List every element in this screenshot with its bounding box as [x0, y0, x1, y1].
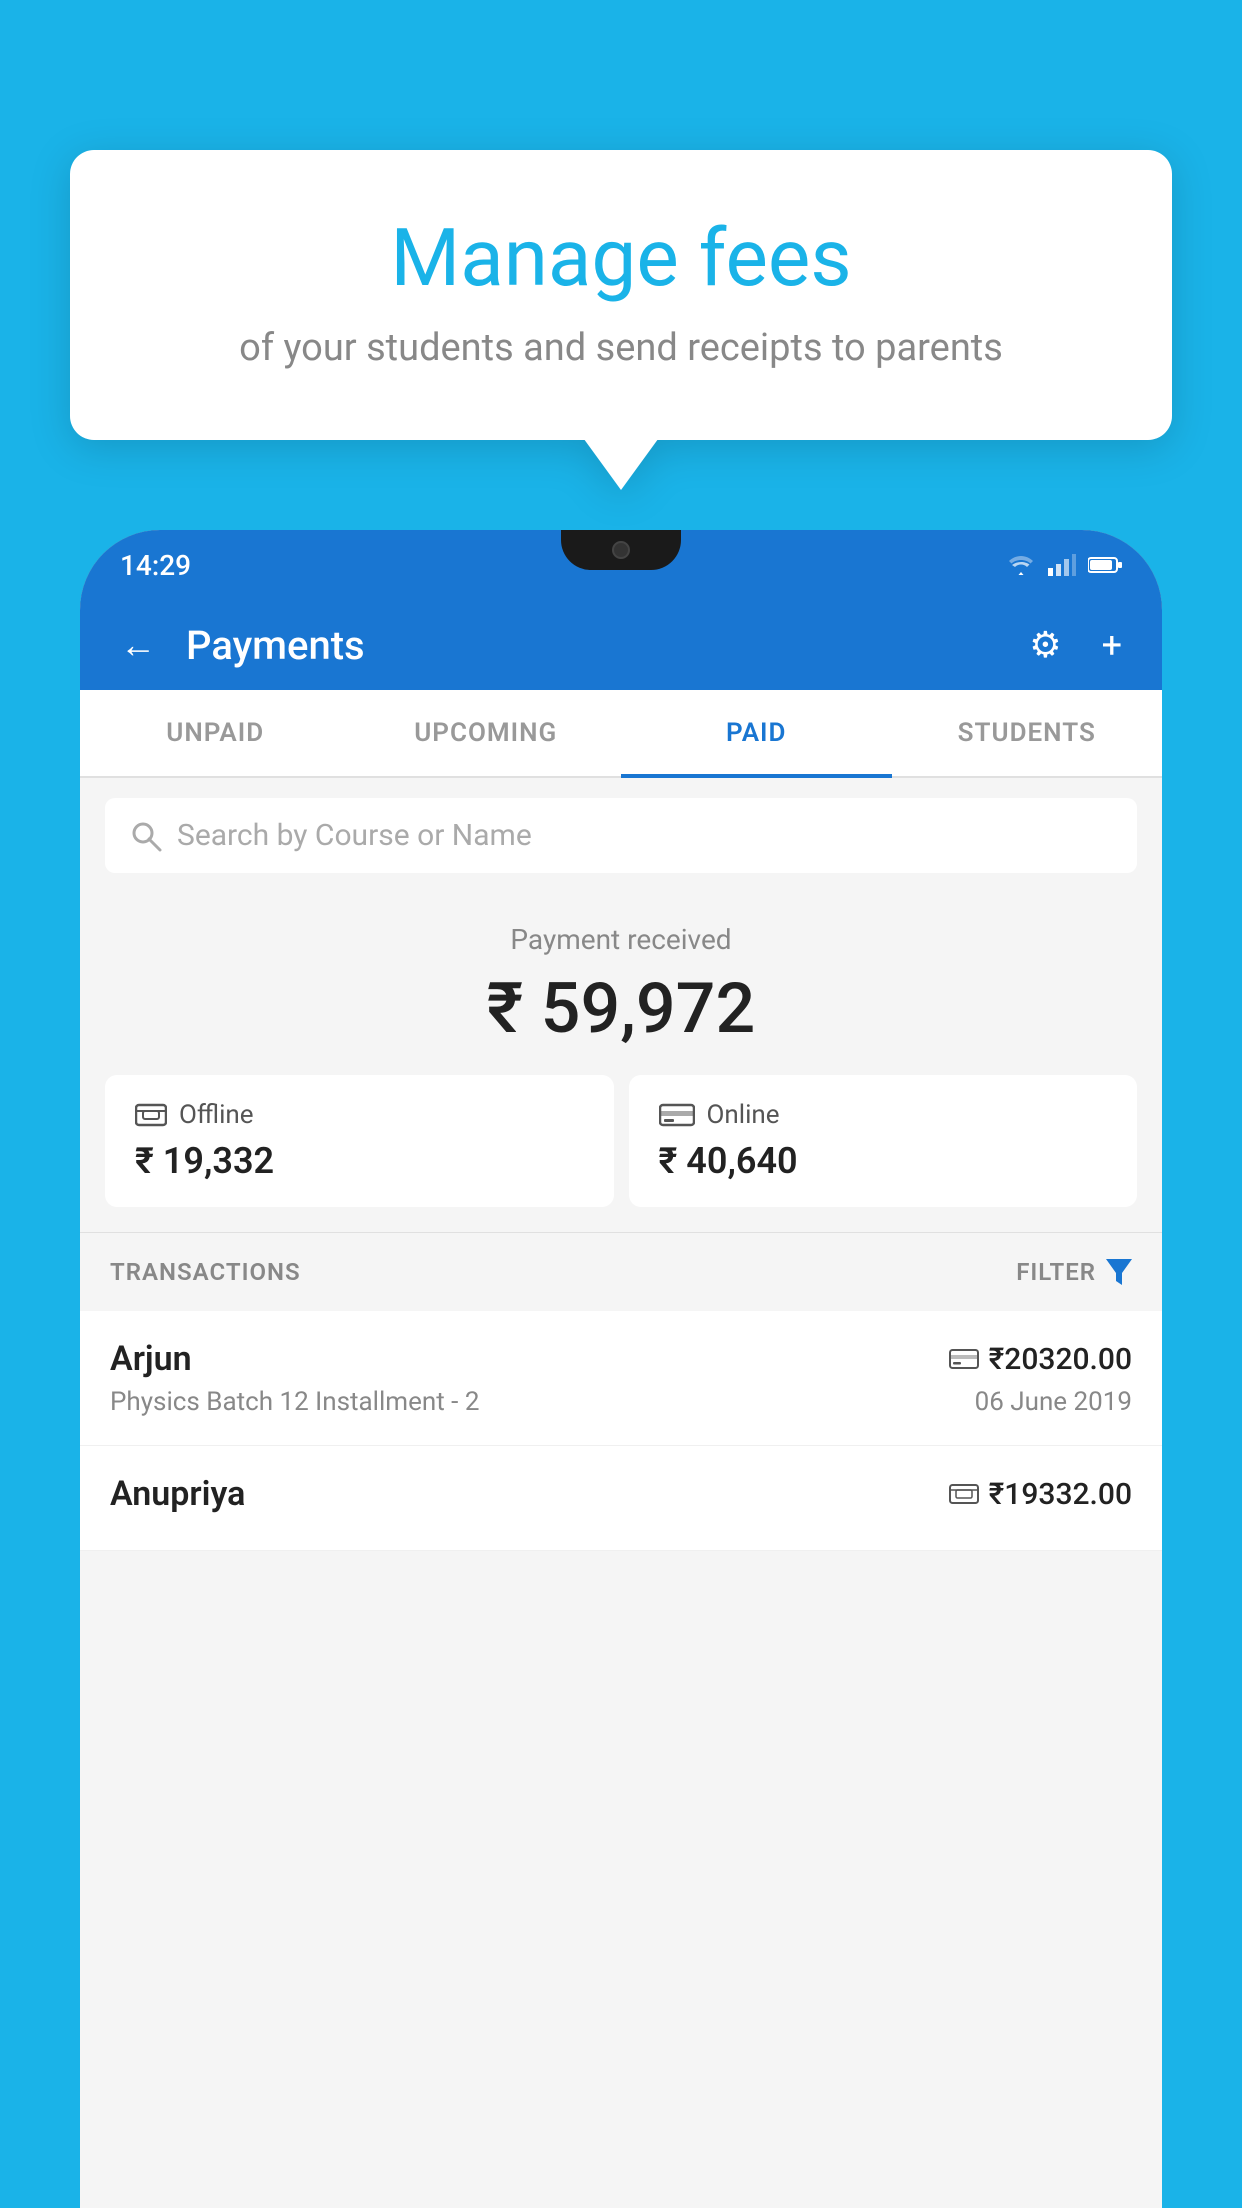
online-payment-icon: [659, 1101, 695, 1129]
transaction-amount-anupriya: ₹19332.00: [989, 1477, 1132, 1512]
phone-screen: 14:29: [80, 530, 1162, 2208]
transaction-date-arjun: 06 June 2019: [975, 1387, 1132, 1417]
offline-payment-icon: [135, 1101, 167, 1129]
search-bar[interactable]: Search by Course or Name: [105, 798, 1137, 873]
wifi-icon: [1006, 554, 1036, 576]
tooltip-card: Manage fees of your students and send re…: [70, 150, 1172, 440]
transaction-bottom-arjun: Physics Batch 12 Installment - 2 06 June…: [110, 1387, 1132, 1417]
phone-frame: 14:29: [80, 530, 1162, 2208]
transaction-course-arjun: Physics Batch 12 Installment - 2: [110, 1387, 479, 1417]
transaction-name-arjun: Arjun: [110, 1339, 192, 1379]
online-label: Online: [707, 1100, 780, 1130]
table-row: Arjun ₹20320.00 Physics Batch 12 Install…: [80, 1311, 1162, 1446]
transaction-top-arjun: Arjun ₹20320.00: [110, 1339, 1132, 1379]
tab-students[interactable]: STUDENTS: [892, 690, 1163, 776]
transaction-name-anupriya: Anupriya: [110, 1474, 245, 1514]
anupriya-amount-row: ₹19332.00: [949, 1477, 1132, 1512]
header-title: Payments: [186, 622, 999, 669]
tab-upcoming[interactable]: UPCOMING: [351, 690, 622, 776]
offline-amount: ₹ 19,332: [135, 1140, 584, 1182]
signal-icon: [1048, 554, 1076, 576]
battery-icon: [1088, 556, 1122, 574]
payment-amount: ₹ 59,972: [105, 968, 1137, 1050]
status-bar: 14:29: [80, 530, 1162, 600]
tab-paid[interactable]: PAID: [621, 690, 892, 776]
online-card-header: Online: [659, 1100, 1108, 1130]
transaction-amount-arjun: ₹20320.00: [989, 1342, 1132, 1377]
arjun-amount-row: ₹20320.00: [949, 1342, 1132, 1377]
filter-icon: [1106, 1259, 1132, 1285]
status-time: 14:29: [120, 549, 191, 582]
settings-button[interactable]: ⚙: [1019, 614, 1071, 676]
transactions-header: TRANSACTIONS FILTER: [80, 1232, 1162, 1311]
phone-notch: [561, 530, 681, 570]
filter-button[interactable]: FILTER: [1016, 1258, 1132, 1286]
offline-card: Offline ₹ 19,332: [105, 1075, 614, 1207]
tab-unpaid[interactable]: UNPAID: [80, 690, 351, 776]
search-icon: [130, 820, 162, 852]
online-pay-icon-arjun: [949, 1348, 979, 1370]
payment-summary: Payment received ₹ 59,972 Offline ₹ 19,3…: [80, 893, 1162, 1232]
table-row: Anupriya ₹19332.00: [80, 1446, 1162, 1551]
search-placeholder-text: Search by Course or Name: [177, 818, 532, 853]
tabs-bar: UNPAID UPCOMING PAID STUDENTS: [80, 690, 1162, 778]
back-button[interactable]: ←: [110, 614, 166, 676]
transaction-top-anupriya: Anupriya ₹19332.00: [110, 1474, 1132, 1514]
tooltip-title: Manage fees: [120, 210, 1122, 306]
payment-received-label: Payment received: [105, 923, 1137, 956]
offline-label: Offline: [179, 1100, 254, 1130]
app-header: ← Payments ⚙ +: [80, 600, 1162, 690]
online-amount: ₹ 40,640: [659, 1140, 1108, 1182]
online-card: Online ₹ 40,640: [629, 1075, 1138, 1207]
camera: [612, 541, 630, 559]
offline-pay-icon-anupriya: [949, 1483, 979, 1505]
status-icons: [1006, 554, 1122, 576]
tooltip-subtitle: of your students and send receipts to pa…: [120, 326, 1122, 370]
add-button[interactable]: +: [1092, 614, 1132, 676]
transaction-list: Arjun ₹20320.00 Physics Batch 12 Install…: [80, 1311, 1162, 1551]
offline-card-header: Offline: [135, 1100, 584, 1130]
transactions-label: TRANSACTIONS: [110, 1258, 301, 1286]
payment-cards: Offline ₹ 19,332 Online: [105, 1075, 1137, 1207]
search-section: Search by Course or Name: [80, 778, 1162, 893]
filter-label: FILTER: [1016, 1258, 1096, 1286]
